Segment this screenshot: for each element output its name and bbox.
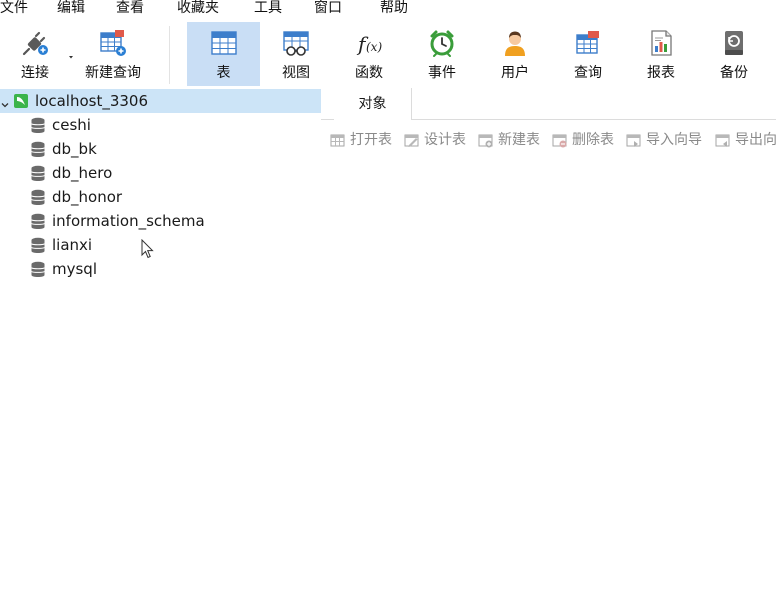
- connection-name: localhost_3306: [35, 92, 149, 110]
- design-table-icon: [404, 133, 419, 148]
- tree-db-lianxi[interactable]: lianxi: [0, 233, 321, 257]
- mouse-cursor-icon: [141, 238, 154, 259]
- backup-button[interactable]: 备份: [700, 22, 768, 86]
- query-label: 查询: [574, 65, 602, 81]
- database-icon: [30, 165, 46, 182]
- import-wizard-label: 导入向导: [646, 132, 702, 148]
- tree-db-db-hero[interactable]: db_hero: [0, 161, 321, 185]
- tree-db-information-schema[interactable]: information_schema: [0, 209, 321, 233]
- open-table-icon: [330, 133, 345, 148]
- menu-file[interactable]: 文件: [0, 0, 28, 18]
- objects-toolbar: 打开表 设计表 新建表 删除表 导入向导 导出向: [321, 128, 776, 152]
- report-label: 报表: [647, 65, 675, 81]
- connection-icon: [13, 93, 29, 109]
- delete-table-icon: [552, 133, 567, 148]
- event-button[interactable]: 事件: [408, 22, 476, 86]
- table-icon: [209, 28, 239, 58]
- backup-icon: [719, 28, 749, 58]
- menu-favorites[interactable]: 收藏夹: [177, 0, 219, 18]
- menu-edit[interactable]: 编辑: [57, 0, 85, 18]
- connect-dropdown-icon[interactable]: [66, 50, 76, 60]
- toolbar-separator: [169, 26, 170, 84]
- new-table-label: 新建表: [498, 132, 540, 148]
- tab-strip: 对象: [321, 88, 776, 120]
- table-button[interactable]: 表: [187, 22, 260, 86]
- function-label: 函数: [355, 65, 383, 81]
- delete-table-label: 删除表: [572, 132, 614, 148]
- open-table-label: 打开表: [350, 132, 392, 148]
- menu-help[interactable]: 帮助: [380, 0, 408, 18]
- query-button[interactable]: 查询: [554, 22, 622, 86]
- svg-text:(x): (x): [366, 40, 382, 54]
- tab-objects-label: 对象: [358, 96, 387, 112]
- database-icon: [30, 237, 46, 254]
- database-icon: [30, 213, 46, 230]
- new-query-label: 新建查询: [85, 65, 141, 81]
- connect-button[interactable]: 连接: [6, 22, 64, 86]
- table-label: 表: [216, 65, 231, 81]
- user-icon: [500, 28, 530, 58]
- new-table-icon: [478, 133, 493, 148]
- database-name: lianxi: [52, 236, 93, 254]
- connection-tree: localhost_3306 ceshi db_bk db_hero db_ho…: [0, 88, 321, 611]
- plug-icon: [20, 28, 50, 58]
- function-icon: f (x): [354, 28, 384, 58]
- design-table-label: 设计表: [424, 132, 466, 148]
- export-wizard-label: 导出向: [735, 132, 776, 148]
- database-icon: [30, 189, 46, 206]
- tree-db-db-honor[interactable]: db_honor: [0, 185, 321, 209]
- tab-objects[interactable]: 对象: [334, 88, 412, 120]
- expand-caret-icon[interactable]: [1, 97, 9, 108]
- connect-label: 连接: [21, 65, 49, 81]
- import-wizard-icon: [626, 133, 641, 148]
- report-button[interactable]: 报表: [627, 22, 695, 86]
- view-button[interactable]: 视图: [262, 22, 330, 86]
- user-label: 用户: [501, 65, 529, 81]
- event-label: 事件: [428, 65, 456, 81]
- database-name: ceshi: [52, 116, 91, 134]
- view-label: 视图: [282, 65, 310, 81]
- tree-connection-node[interactable]: localhost_3306: [0, 89, 321, 113]
- tree-db-db-bk[interactable]: db_bk: [0, 137, 321, 161]
- tree-db-ceshi[interactable]: ceshi: [0, 113, 321, 137]
- function-button[interactable]: f (x) 函数: [335, 22, 403, 86]
- query-icon: [573, 28, 603, 58]
- report-icon: [646, 28, 676, 58]
- database-name: db_honor: [52, 188, 123, 206]
- database-name: db_bk: [52, 140, 97, 158]
- main-toolbar: 连接 新建查询 表 视图 f (x) 函数 事件 用户 查询 报表 备份: [0, 18, 776, 88]
- database-name: db_hero: [52, 164, 113, 182]
- database-icon: [30, 141, 46, 158]
- database-name: information_schema: [52, 212, 205, 230]
- tree-db-mysql[interactable]: mysql: [0, 257, 321, 281]
- menu-window[interactable]: 窗口: [314, 0, 342, 18]
- view-icon: [281, 28, 311, 58]
- new-query-icon: [98, 28, 128, 58]
- export-wizard-icon: [715, 133, 730, 148]
- objects-panel: 对象 打开表 设计表 新建表 删除表 导入向导 导出向: [321, 88, 776, 611]
- menu-view[interactable]: 查看: [116, 0, 144, 18]
- menu-tools[interactable]: 工具: [254, 0, 282, 18]
- database-icon: [30, 117, 46, 134]
- alarm-clock-icon: [427, 28, 457, 58]
- database-icon: [30, 261, 46, 278]
- backup-label: 备份: [720, 65, 748, 81]
- menu-bar: 文件 编辑 查看 收藏夹 工具 窗口 帮助: [0, 0, 776, 18]
- database-name: mysql: [52, 260, 97, 278]
- new-query-button[interactable]: 新建查询: [80, 22, 146, 86]
- user-button[interactable]: 用户: [481, 22, 549, 86]
